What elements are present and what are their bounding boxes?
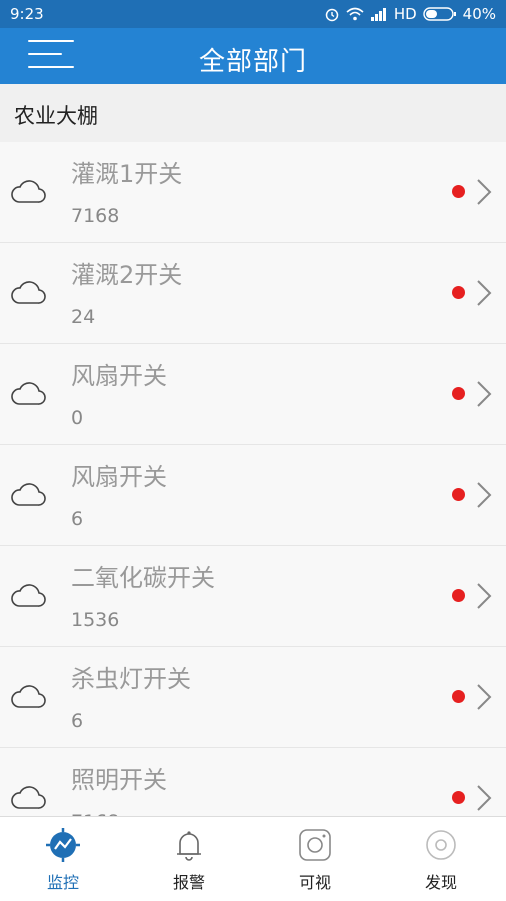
tab-label: 发现	[424, 873, 457, 892]
tab-discover[interactable]: 发现	[378, 817, 504, 901]
app-header: 全部部门	[0, 28, 506, 84]
page-title: 全部部门	[198, 47, 307, 77]
device-name: 风扇开关	[71, 362, 167, 390]
device-row[interactable]: 风扇开关 6	[0, 445, 506, 546]
camera-icon	[299, 829, 331, 861]
device-row[interactable]: 照明开关 7168	[0, 748, 506, 816]
status-dot	[452, 488, 465, 501]
device-name: 二氧化碳开关	[71, 564, 215, 592]
status-dot	[452, 791, 465, 804]
cloud-icon	[11, 584, 46, 607]
device-value: 24	[71, 306, 96, 328]
device-row[interactable]: 灌溉2开关 24	[0, 243, 506, 344]
chevron-right-icon	[477, 381, 492, 407]
device-name: 灌溉2开关	[71, 261, 183, 289]
status-bar: 9:23 HD 40%	[0, 0, 506, 28]
device-name: 照明开关	[71, 766, 167, 794]
section-title: 农业大棚	[14, 104, 98, 128]
battery-icon	[422, 7, 456, 21]
device-value: 0	[71, 407, 84, 429]
chevron-right-icon	[477, 280, 492, 306]
tab-label: 可视	[298, 873, 331, 892]
bell-icon	[177, 831, 201, 861]
device-row[interactable]: 风扇开关 0	[0, 344, 506, 445]
device-row[interactable]: 二氧化碳开关 1536	[0, 546, 506, 647]
cloud-icon	[11, 685, 46, 708]
monitor-icon	[46, 828, 80, 862]
device-value: 6	[71, 710, 84, 732]
device-value: 7168	[71, 205, 120, 227]
tab-alarm[interactable]: 报警	[126, 817, 252, 901]
device-row[interactable]: 灌溉1开关 7168	[0, 142, 506, 243]
alarm-clock-icon	[325, 8, 339, 22]
tab-label: 监控	[46, 873, 79, 892]
tab-label: 报警	[172, 873, 205, 892]
chevron-right-icon	[477, 785, 492, 811]
status-dot	[452, 185, 465, 198]
tab-monitor[interactable]: 监控	[0, 817, 126, 901]
status-dot	[452, 589, 465, 602]
device-name: 灌溉1开关	[71, 160, 183, 188]
chevron-right-icon	[477, 179, 492, 205]
network-type: HD	[393, 5, 417, 23]
bottom-tab-bar: 监控 报警 可视 发现	[0, 816, 506, 901]
device-list: 灌溉1开关 7168 灌溉2开关 24 风扇开关 0 风扇开关 6 二氧化碳开关…	[0, 142, 506, 816]
wifi-icon	[346, 7, 364, 21]
battery-level: 40%	[462, 5, 496, 23]
chevron-right-icon	[477, 482, 492, 508]
signal-icon	[370, 8, 386, 21]
device-row[interactable]: 杀虫灯开关 6	[0, 647, 506, 748]
tab-video[interactable]: 可视	[252, 817, 378, 901]
status-dot	[452, 286, 465, 299]
section-header: 农业大棚	[0, 84, 506, 143]
device-value: 1536	[71, 609, 120, 631]
device-name: 风扇开关	[71, 463, 167, 491]
device-name: 杀虫灯开关	[71, 665, 191, 693]
cloud-icon	[11, 281, 46, 304]
cloud-icon	[11, 483, 46, 506]
device-value: 6	[71, 508, 84, 530]
discover-icon	[426, 830, 456, 860]
chevron-right-icon	[477, 583, 492, 609]
chevron-right-icon	[477, 684, 492, 710]
status-dot	[452, 690, 465, 703]
cloud-icon	[11, 180, 46, 203]
cloud-icon	[11, 382, 46, 405]
cloud-icon	[11, 786, 46, 809]
status-dot	[452, 387, 465, 400]
status-time: 9:23	[10, 5, 44, 23]
status-icons: HD 40%	[324, 5, 496, 23]
